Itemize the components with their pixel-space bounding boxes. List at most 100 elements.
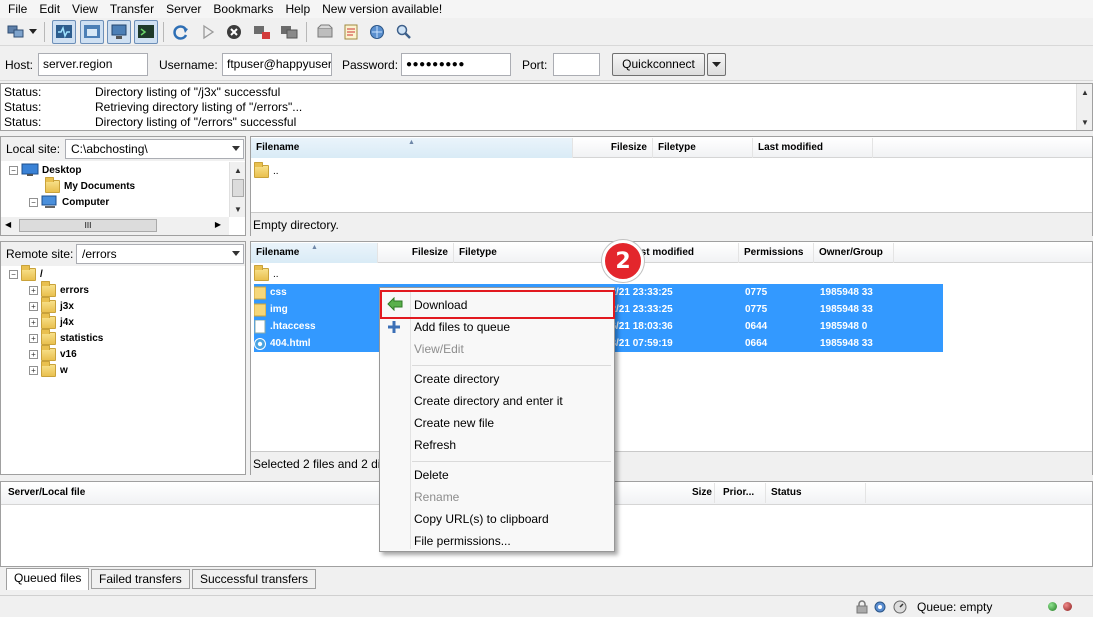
log-scrollbar[interactable]: ▲ ▼ <box>1076 84 1092 130</box>
column-status[interactable]: Status <box>766 483 866 503</box>
quickconnect-dropdown[interactable] <box>707 53 726 76</box>
local-tree-hscroll[interactable]: ◀ III ▶ <box>1 217 229 235</box>
table-row[interactable]: .. <box>254 265 554 283</box>
context-menu: Download Add files to queue View/Edit Cr… <box>379 287 615 552</box>
cancel-icon[interactable] <box>222 20 246 44</box>
toggle-message-log-icon[interactable] <box>52 20 76 44</box>
menu-item-file-permissions[interactable]: File permissions... <box>414 531 511 551</box>
host-label: Host: <box>5 58 34 72</box>
log-row: Status: Retrieving directory listing of "… <box>4 100 303 114</box>
toolbar <box>0 18 1093 46</box>
menu-item-create-new-file[interactable]: Create new file <box>414 413 494 433</box>
desktop-icon <box>21 163 39 176</box>
search-icon[interactable] <box>392 20 416 44</box>
scroll-down-icon[interactable]: ▼ <box>1077 114 1093 130</box>
folder-icon <box>254 286 266 299</box>
menu-item-create-directory-enter[interactable]: Create directory and enter it <box>414 391 563 411</box>
password-field[interactable]: ●●●●●●●●● <box>401 53 511 76</box>
quickconnect-button[interactable]: Quickconnect <box>612 53 705 76</box>
column-filetype[interactable]: Filetype <box>653 138 753 158</box>
folder-icon <box>21 264 36 281</box>
tab-queued-files[interactable]: Queued files <box>6 568 90 590</box>
log-row: Status: Directory listing of "/errors" su… <box>4 115 297 129</box>
scroll-down-icon[interactable]: ▼ <box>230 201 246 217</box>
folder-icon <box>254 303 266 316</box>
filter-icon[interactable] <box>313 20 337 44</box>
speed-limit-icon[interactable] <box>893 600 907 614</box>
column-owner-group[interactable]: Owner/Group <box>814 243 894 263</box>
menu-view[interactable]: View <box>66 0 104 18</box>
column-priority[interactable]: Prior... <box>718 483 766 503</box>
chevron-down-icon <box>712 62 721 67</box>
tree-item-w[interactable]: + w <box>29 360 68 378</box>
menu-item-view-edit: View/Edit <box>414 342 464 356</box>
folder-icon <box>254 162 269 178</box>
sync-browse-icon[interactable] <box>365 20 389 44</box>
compare-icon[interactable] <box>339 20 363 44</box>
host-field[interactable]: server.region <box>38 53 148 76</box>
menu-server[interactable]: Server <box>160 0 207 18</box>
lock-icon <box>856 600 868 614</box>
username-field[interactable]: ftpuser@happyuser <box>222 53 332 76</box>
scroll-up-icon[interactable]: ▲ <box>1077 84 1093 100</box>
menu-bookmarks[interactable]: Bookmarks <box>207 0 279 18</box>
process-queue-icon[interactable] <box>196 20 220 44</box>
refresh-icon[interactable] <box>169 20 193 44</box>
menu-item-add-files-to-queue[interactable]: Add files to queue <box>414 317 510 337</box>
toggle-queue-icon[interactable] <box>134 20 158 44</box>
tree-item-j3x[interactable]: + j3x <box>29 296 74 314</box>
menu-file[interactable]: File <box>2 0 33 18</box>
toggle-remote-tree-icon[interactable] <box>107 20 131 44</box>
list-item[interactable]: .. <box>254 162 554 180</box>
tree-item-my-documents[interactable]: My Documents <box>45 176 135 194</box>
tab-successful-transfers[interactable]: Successful transfers <box>192 569 317 589</box>
tree-item-v16[interactable]: + v16 <box>29 344 77 362</box>
log-row: Status: Directory listing of "/j3x" succe… <box>4 85 281 99</box>
tree-item-errors[interactable]: + errors <box>29 280 89 298</box>
download-led-icon <box>1063 602 1072 611</box>
menu-transfer[interactable]: Transfer <box>104 0 160 18</box>
menu-item-copy-url[interactable]: Copy URL(s) to clipboard <box>414 509 549 529</box>
column-filesize[interactable]: Filesize <box>573 138 653 158</box>
menu-item-delete[interactable]: Delete <box>414 465 449 485</box>
folder-icon <box>41 360 56 377</box>
site-manager-icon[interactable] <box>4 20 28 44</box>
tree-item-root[interactable]: − / <box>9 264 43 282</box>
local-tree-pane: Local site: C:\abchosting\ − Desktop My … <box>0 136 246 236</box>
menu-help[interactable]: Help <box>279 0 316 18</box>
gear-icon <box>874 601 886 613</box>
folder-icon <box>45 176 60 193</box>
remote-site-path[interactable]: /errors <box>76 244 244 264</box>
scroll-up-icon[interactable]: ▲ <box>230 162 246 178</box>
column-filesize[interactable]: Filesize <box>378 243 454 263</box>
scroll-right-icon[interactable]: ▶ <box>215 220 221 229</box>
message-log: Status: Directory listing of "/j3x" succe… <box>0 83 1093 131</box>
upload-led-icon <box>1048 602 1057 611</box>
scroll-left-icon[interactable]: ◀ <box>5 220 11 229</box>
menu-item-rename: Rename <box>414 490 460 504</box>
tree-item-computer[interactable]: − Computer <box>29 194 109 210</box>
reconnect-icon[interactable] <box>277 20 301 44</box>
folder-icon <box>41 328 56 345</box>
dropdown-arrow-icon[interactable] <box>27 20 39 44</box>
tree-item-j4x[interactable]: + j4x <box>29 312 74 330</box>
menu-item-refresh[interactable]: Refresh <box>414 435 456 455</box>
tree-item-statistics[interactable]: + statistics <box>29 328 103 346</box>
port-field[interactable] <box>553 53 600 76</box>
file-icon <box>254 319 266 333</box>
menu-new-version[interactable]: New version available! <box>316 0 448 18</box>
column-last-modified[interactable]: Last modified <box>753 138 873 158</box>
column-filetype[interactable]: Filetype <box>454 243 624 263</box>
menu-edit[interactable]: Edit <box>33 0 66 18</box>
tab-failed-transfers[interactable]: Failed transfers <box>91 569 190 589</box>
column-size[interactable]: Size <box>671 483 715 503</box>
column-permissions[interactable]: Permissions <box>739 243 814 263</box>
local-tree-vscroll[interactable]: ▲ ▼ <box>229 162 245 217</box>
queue-tabs: Queued files Failed transfers Successful… <box>0 568 1093 591</box>
local-site-path[interactable]: C:\abchosting\ <box>65 139 244 159</box>
disconnect-icon[interactable] <box>250 20 274 44</box>
toggle-local-tree-icon[interactable] <box>80 20 104 44</box>
menu-item-create-directory[interactable]: Create directory <box>414 369 499 389</box>
username-label: Username: <box>159 58 218 72</box>
tree-item-desktop[interactable]: − Desktop <box>9 162 81 178</box>
